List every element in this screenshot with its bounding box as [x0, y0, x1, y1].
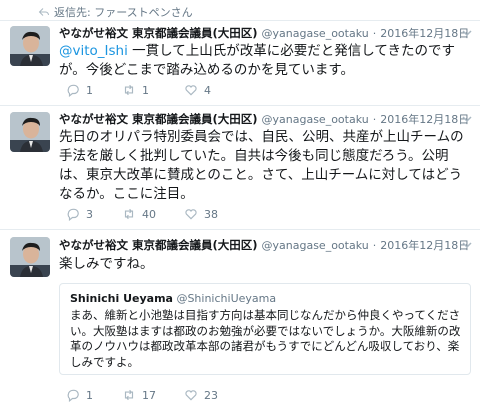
separator-dot: ·	[372, 27, 377, 40]
chevron-down-icon[interactable]	[462, 240, 472, 250]
retweet-count: 17	[142, 388, 156, 402]
reply-button[interactable]: 3	[66, 207, 122, 221]
avatar[interactable]	[10, 237, 50, 277]
tweet-actions: 1 1 4	[66, 83, 246, 97]
retweet-count: 40	[142, 207, 156, 221]
retweet-button[interactable]: 1	[122, 83, 184, 97]
quoted-tweet-text: まあ、維新と小池塾は目指す方向は基本同じなんだから仲良くやってください。大阪塾は…	[70, 308, 461, 369]
like-button[interactable]: 38	[184, 207, 246, 221]
like-count: 4	[204, 83, 211, 97]
mention-link[interactable]: @vito_Ishi	[59, 43, 128, 59]
display-name[interactable]: やながせ裕文 東京都議会議員(大田区)	[59, 237, 258, 253]
reply-count: 1	[86, 83, 93, 97]
reply-icon	[67, 389, 79, 402]
reply-icon	[67, 84, 79, 97]
heart-icon	[185, 209, 197, 220]
reply-icon	[67, 208, 79, 221]
display-name[interactable]: やながせ裕文 東京都議会議員(大田区)	[59, 25, 258, 41]
display-name[interactable]: やながせ裕文 東京都議会議員(大田区)	[59, 111, 258, 127]
divider	[0, 229, 480, 230]
quoted-display-name: Shinichi Ueyama	[70, 292, 173, 305]
separator-dot: ·	[372, 239, 377, 252]
tweet-actions: 3 40 38	[66, 207, 246, 221]
tweet-header: やながせ裕文 東京都議会議員(大田区) @yanagase_ootaku · 2…	[59, 25, 469, 41]
tweet-text: @vito_Ishi 一貫して上山氏が改革に必要だと発信してきたのですが。今後ど…	[59, 42, 471, 80]
reply-count: 1	[86, 388, 93, 402]
quoted-tweet-header: Shinichi Ueyama @ShinichiUeyama	[70, 292, 276, 305]
chevron-down-icon[interactable]	[462, 114, 472, 124]
reply-context-text[interactable]: 返信先: ファーストペンさん	[54, 4, 193, 20]
divider	[0, 20, 480, 21]
like-count: 23	[204, 388, 218, 402]
retweet-count: 1	[142, 83, 149, 97]
heart-icon	[185, 390, 197, 401]
tweet-header: やながせ裕文 東京都議会議員(大田区) @yanagase_ootaku · 2…	[59, 111, 469, 127]
quoted-username: @ShinichiUeyama	[176, 292, 277, 305]
retweet-icon	[124, 208, 134, 220]
like-button[interactable]: 23	[184, 388, 246, 402]
heart-icon	[185, 85, 197, 96]
like-button[interactable]: 4	[184, 83, 246, 97]
like-count: 38	[204, 207, 218, 221]
retweet-icon	[124, 84, 134, 96]
timestamp[interactable]: 2016年12月18日	[380, 25, 469, 41]
timestamp[interactable]: 2016年12月18日	[380, 237, 469, 253]
avatar[interactable]	[10, 26, 50, 66]
tweet-header: やながせ裕文 東京都議会議員(大田区) @yanagase_ootaku · 2…	[59, 237, 469, 253]
reply-arrow-icon	[38, 8, 49, 16]
tweet-actions: 1 17 23	[66, 388, 246, 402]
divider	[0, 105, 480, 106]
retweet-icon	[124, 389, 134, 401]
reply-context: 返信先: ファーストペンさん	[38, 4, 193, 20]
quoted-tweet[interactable]: Shinichi Ueyama @ShinichiUeyama まあ、維新と小池…	[59, 283, 471, 375]
avatar[interactable]	[10, 112, 50, 152]
tweet-text: 楽しみですね。	[59, 256, 154, 272]
separator-dot: ·	[372, 113, 377, 126]
reply-button[interactable]: 1	[66, 83, 122, 97]
username[interactable]: @yanagase_ootaku	[262, 113, 369, 126]
tweet-text: 先日のオリパラ特別委員会では、自民、公明、共産が上山チームの手法を厳しく批判して…	[59, 129, 464, 202]
timestamp[interactable]: 2016年12月18日	[380, 111, 469, 127]
username[interactable]: @yanagase_ootaku	[262, 239, 369, 252]
retweet-button[interactable]: 17	[122, 388, 184, 402]
chevron-down-icon[interactable]	[462, 28, 472, 38]
reply-button[interactable]: 1	[66, 388, 122, 402]
reply-count: 3	[86, 207, 93, 221]
username[interactable]: @yanagase_ootaku	[262, 27, 369, 40]
retweet-button[interactable]: 40	[122, 207, 184, 221]
